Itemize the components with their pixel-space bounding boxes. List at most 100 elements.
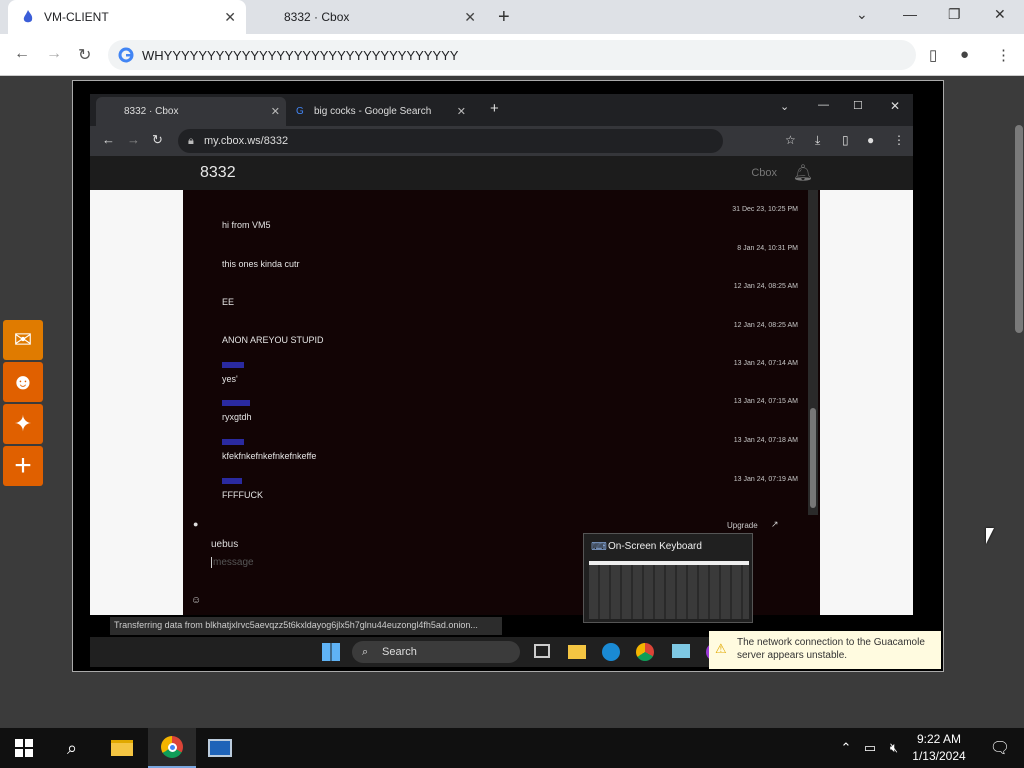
keyboard-thumbnail [589, 561, 749, 619]
reload-icon[interactable]: ↻ [78, 45, 91, 65]
profile-icon[interactable]: ● [960, 46, 969, 63]
status-bar: Transferring data from blkhatjxlrvc5aevq… [110, 617, 502, 635]
download-icon[interactable]: ⤓ [815, 133, 820, 148]
address-bar[interactable]: WHYYYYYYYYYYYYYYYYYYYYYYYYYYYYYYYYYY [108, 40, 916, 70]
task-view-icon[interactable] [534, 644, 550, 658]
new-tab-button[interactable]: + [498, 6, 510, 29]
mail-icon[interactable]: ✉ [3, 320, 43, 360]
message-text: FFFFUCK [222, 490, 263, 500]
keyboard-icon: ⌨ [591, 541, 607, 553]
profile-icon[interactable]: ● [867, 133, 874, 147]
taskbar-search[interactable]: ⌕ Search [352, 641, 520, 663]
side-panel-icon[interactable]: ▯ [929, 46, 937, 64]
maximize-button[interactable]: ☐ [853, 99, 863, 112]
username[interactable] [222, 362, 244, 368]
close-tab-icon[interactable]: ✕ [457, 105, 466, 118]
star-icon[interactable]: ☆ [785, 133, 796, 147]
close-tab-icon[interactable]: ✕ [464, 9, 476, 26]
edge-icon[interactable] [602, 643, 620, 661]
side-panel-icon[interactable]: ▯ [842, 133, 849, 147]
chevron-up-icon[interactable]: ⌃ [834, 728, 858, 768]
username[interactable] [222, 478, 242, 484]
chrome-icon[interactable] [148, 728, 196, 768]
mouse-cursor-icon [986, 528, 994, 544]
chat-scrollbar[interactable] [808, 190, 818, 515]
search-label: Search [382, 646, 417, 658]
tab-label: 8332 · Cbox [284, 10, 350, 24]
message-text: ANON AREYOU STUPID [222, 335, 324, 345]
file-explorer-icon[interactable] [98, 728, 146, 768]
remote-desktop-icon[interactable] [196, 728, 244, 768]
vm-address-bar[interactable]: 🔒︎ my.cbox.ws/8332 [178, 129, 723, 153]
message-time: 12 Jan 24, 08:25 AM [733, 283, 798, 290]
tab-vm-client[interactable]: VM-CLIENT ✕ [8, 0, 246, 34]
message-text: ryxgtdh [222, 412, 252, 422]
minimize-button[interactable]: — [818, 99, 829, 111]
volume-muted-icon[interactable]: 🔇︎ [882, 728, 906, 768]
scroll-thumb[interactable] [1015, 125, 1023, 333]
plus-icon[interactable]: + [3, 446, 43, 486]
minimize-button[interactable]: — [903, 6, 917, 22]
vm-tab-cbox[interactable]: 8332 · Cbox ✕ [96, 97, 286, 126]
upgrade-link[interactable]: Upgrade [727, 521, 758, 530]
username[interactable] [222, 439, 244, 445]
notification-icon[interactable]: 🗨︎ [980, 728, 1020, 768]
lock-icon: 🔒︎ [188, 134, 194, 147]
folder-icon[interactable] [568, 645, 586, 659]
windows-icon[interactable] [322, 643, 340, 661]
forward-icon[interactable]: → [46, 45, 62, 63]
start-button[interactable] [0, 728, 48, 768]
time: 9:22 AM [916, 732, 962, 746]
network-icon[interactable]: ▭ [858, 728, 882, 768]
forward-icon[interactable]: → [127, 132, 140, 147]
scroll-thumb[interactable] [810, 408, 816, 508]
tab-label: VM-CLIENT [44, 10, 109, 24]
message-text: hi from VM5 [222, 220, 271, 230]
vm-screen[interactable]: 8332 · Cbox ✕ G big cocks - Google Searc… [72, 80, 944, 672]
clock[interactable]: 9:22 AM 1/13/2024 [904, 731, 974, 765]
tab-strip: VM-CLIENT ✕ 8332 · Cbox ✕ + ⌄ — ❐ ✕ [0, 0, 1024, 34]
reddit-icon[interactable]: ☻ [3, 362, 43, 402]
username[interactable] [222, 400, 250, 406]
tab-search-icon[interactable]: ⌄ [780, 100, 789, 113]
google-icon: G [296, 106, 304, 117]
popout-icon[interactable]: ↗ [771, 519, 779, 530]
message-text: this ones kinda cutr [222, 259, 300, 269]
nickname[interactable]: uebus [211, 539, 238, 550]
tab-search-icon[interactable]: ⌄ [856, 6, 868, 23]
cbox-header: 8332 Cbox 🔔︎ [90, 156, 913, 190]
bell-icon[interactable]: 🔔︎ [793, 163, 813, 183]
user-icon[interactable]: ● [193, 519, 198, 529]
vm-tab-google[interactable]: G big cocks - Google Search ✕ [292, 97, 472, 126]
page-scrollbar[interactable] [1014, 77, 1024, 727]
chrome-icon[interactable] [636, 643, 654, 661]
message-text: yes' [222, 374, 238, 384]
back-icon[interactable]: ← [14, 45, 30, 63]
close-tab-icon[interactable]: ✕ [224, 9, 236, 26]
close-tab-icon[interactable]: ✕ [271, 105, 280, 118]
tab-label: 8332 · Cbox [124, 106, 179, 117]
twitter-icon[interactable]: ✦ [3, 404, 43, 444]
search-icon[interactable]: ⌕ [48, 728, 96, 768]
windows-icon [15, 739, 33, 757]
message-text: EE [222, 297, 235, 307]
warning-icon: ⚠ [715, 641, 727, 656]
menu-icon[interactable]: ⋮ [893, 133, 905, 147]
message-input[interactable]: message [211, 557, 254, 568]
maximize-button[interactable]: ❐ [948, 6, 961, 23]
flame-icon [23, 10, 33, 23]
close-window-button[interactable]: ✕ [890, 99, 900, 113]
new-tab-button[interactable]: + [490, 100, 499, 117]
smiley-icon[interactable]: ☺ [191, 595, 201, 606]
message-time: 13 Jan 24, 07:15 AM [733, 398, 798, 405]
close-window-button[interactable]: ✕ [994, 6, 1006, 23]
osk-preview[interactable]: ⌨ On-Screen Keyboard [583, 533, 753, 623]
menu-icon[interactable]: ⋮ [996, 46, 1011, 64]
remote-desktop-icon[interactable] [672, 644, 690, 658]
toolbar: ← → ↻ WHYYYYYYYYYYYYYYYYYYYYYYYYYYYYYYYY… [0, 34, 1024, 76]
back-icon[interactable]: ← [102, 132, 115, 147]
url-text: WHYYYYYYYYYYYYYYYYYYYYYYYYYYYYYYYYYY [142, 47, 459, 63]
message-time: 31 Dec 23, 10:25 PM [732, 206, 798, 213]
reload-icon[interactable]: ↻ [152, 132, 163, 148]
tab-cbox[interactable]: 8332 · Cbox ✕ [250, 0, 486, 34]
